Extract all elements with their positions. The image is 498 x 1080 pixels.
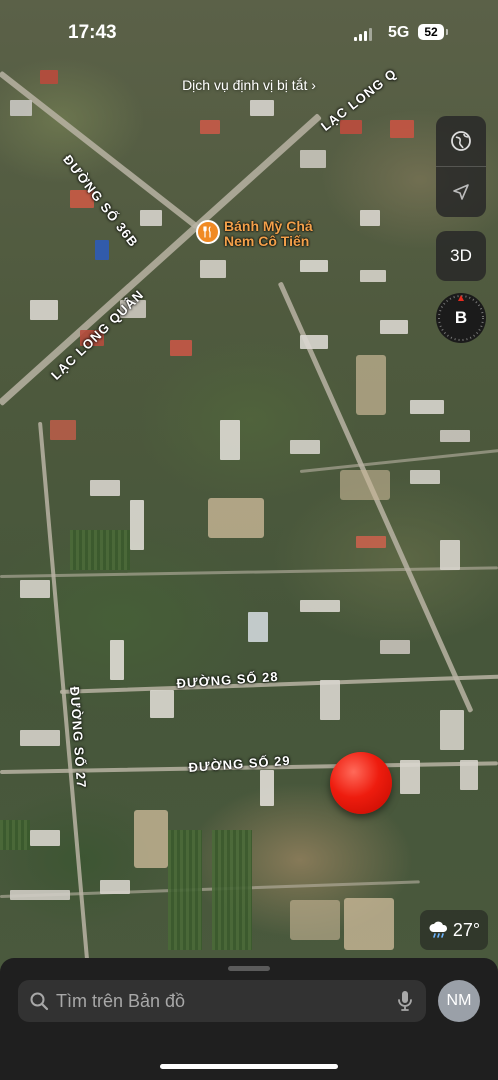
road [0,113,322,407]
street-label: LẠC LONG QUÂN [48,286,147,383]
building [360,210,380,226]
compass-label: B [454,308,468,327]
avatar[interactable]: NM [438,980,480,1022]
building [400,760,420,794]
crop-field [168,830,202,950]
user-initials: NM [446,992,472,1009]
sand-area [208,498,264,538]
bottom-sheet: Tìm trên Bản đồ NM [0,958,498,1080]
building [300,600,340,612]
building [360,270,386,282]
building [95,240,109,260]
search-input[interactable]: Tìm trên Bản đồ [56,991,394,1012]
three-d-label: 3D [450,246,472,265]
building [380,640,410,654]
building [440,540,460,570]
clock: 17:43 [68,22,117,43]
building [50,420,76,440]
map-controls [436,116,486,217]
poi-name-line1: Bánh Mỳ Chả [224,218,313,234]
building [248,612,268,642]
building [200,260,226,278]
dropped-pin-marker[interactable] [330,752,392,814]
location-services-banner[interactable]: Dịch vụ định vị bị tắt › [0,77,498,93]
building [260,770,274,806]
sand-area [356,355,386,415]
battery-icon: 52 [418,24,444,40]
location-services-text: Dịch vụ định vị bị tắt [182,77,308,93]
building [410,400,444,414]
sand-area [344,898,394,950]
sheet-grabber[interactable] [228,966,270,971]
search-bar[interactable]: Tìm trên Bản đồ [18,980,426,1022]
sand-area [134,810,168,868]
building [340,120,362,134]
road [299,449,498,473]
building [460,760,478,790]
network-type: 5G [388,24,410,41]
building [130,500,144,550]
status-bar: 17:43 5G 52 [0,0,498,54]
poi-name-line2: Nem Cô Tiến [224,233,310,249]
current-location-button[interactable] [436,167,486,217]
building [300,260,328,272]
building [410,470,440,484]
restaurant-label[interactable]: Bánh Mỳ Chả Nem Cô Tiến [224,219,313,249]
building [30,830,60,846]
cloud-rain-icon [429,921,447,938]
microphone-icon[interactable] [394,990,416,1012]
crop-field [70,530,130,570]
building [20,580,50,598]
compass-button[interactable]: B [436,293,486,343]
building [140,210,162,226]
sand-area [290,900,340,940]
building [380,320,408,334]
building [110,640,124,680]
building [200,120,220,134]
map-mode-button[interactable] [436,116,486,166]
sand-area [340,470,390,500]
globe-icon [451,131,471,151]
weather-badge: 27° [420,910,488,950]
building [440,430,470,442]
building [30,300,58,320]
building [20,730,60,746]
building [356,536,386,548]
building [170,340,192,356]
battery-level: 52 [424,25,438,39]
cellular-signal-icon [354,27,372,41]
building [290,440,320,454]
building [90,480,120,496]
fork-knife-icon [203,226,211,238]
search-icon [28,990,50,1012]
home-indicator[interactable] [160,1064,338,1069]
building [390,120,414,138]
crop-field [212,830,252,950]
street-label: ĐƯỜNG SỐ 29 [188,752,292,775]
building [10,100,32,116]
crop-field [0,820,30,850]
location-arrow-icon [453,184,469,200]
restaurant-pin[interactable] [196,220,220,244]
building [150,690,174,718]
building [100,880,130,894]
building [300,335,328,349]
building [220,420,240,460]
building [440,710,464,750]
battery-tip [446,29,448,35]
chevron-right-icon: › [311,77,316,93]
building [10,890,70,900]
building [320,680,340,720]
building [250,100,274,116]
road [59,674,498,694]
toggle-3d-button[interactable]: 3D [436,231,486,281]
building [300,150,326,168]
temperature: 27° [452,919,481,940]
